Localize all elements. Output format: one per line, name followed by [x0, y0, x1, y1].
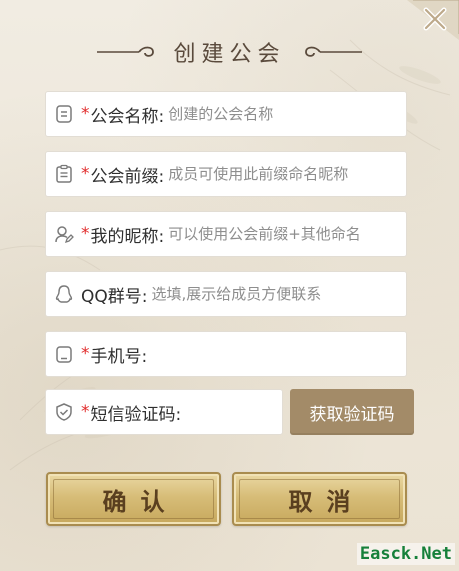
nickname-field[interactable]: * 我的昵称:	[45, 211, 407, 257]
cancel-button-label: 取消	[288, 486, 365, 516]
right-flourish-icon	[304, 46, 362, 57]
dialog-header: 创建公会	[0, 30, 459, 74]
shield-check-icon	[53, 401, 75, 423]
guild-name-field[interactable]: * 公会名称:	[45, 91, 407, 137]
required-mark: *	[81, 164, 90, 184]
required-mark: *	[81, 344, 90, 364]
phone-label: 手机号:	[90, 346, 148, 367]
get-code-button[interactable]: 获取验证码	[290, 389, 414, 435]
phone-icon	[53, 343, 75, 365]
user-edit-icon	[53, 223, 75, 245]
phone-input[interactable]	[147, 334, 406, 374]
phone-field[interactable]: * 手机号:	[45, 331, 407, 377]
guild-name-input[interactable]	[164, 94, 406, 134]
create-guild-dialog: 创建公会 * 公会名称: * 公会前缀:	[0, 0, 459, 571]
required-mark: *	[81, 104, 90, 124]
left-flourish-icon	[97, 46, 155, 57]
qq-penguin-icon	[53, 283, 75, 305]
sms-code-label: 短信验证码:	[90, 404, 182, 425]
nickname-input[interactable]	[164, 214, 406, 254]
document-icon	[53, 103, 75, 125]
guild-prefix-input[interactable]	[164, 154, 406, 194]
cancel-button[interactable]: 取消	[232, 472, 407, 526]
required-mark: *	[81, 402, 90, 422]
watermark-text: Easck.Net	[356, 543, 455, 565]
confirm-button-label: 确认	[102, 486, 179, 516]
qq-group-input[interactable]	[147, 274, 406, 314]
clipboard-icon	[53, 163, 75, 185]
required-mark: *	[81, 224, 90, 244]
guild-prefix-field[interactable]: * 公会前缀:	[45, 151, 407, 197]
dialog-title: 创建公会	[173, 42, 286, 67]
qq-group-label: QQ群号:	[81, 286, 148, 307]
guild-name-label: 公会名称:	[90, 106, 165, 127]
qq-group-field[interactable]: QQ群号:	[45, 271, 407, 317]
confirm-button[interactable]: 确认	[46, 472, 221, 526]
nickname-label: 我的昵称:	[90, 226, 165, 247]
guild-prefix-label: 公会前缀:	[90, 166, 165, 187]
sms-code-field[interactable]: * 短信验证码:	[45, 389, 283, 435]
sms-code-input[interactable]	[181, 392, 282, 432]
